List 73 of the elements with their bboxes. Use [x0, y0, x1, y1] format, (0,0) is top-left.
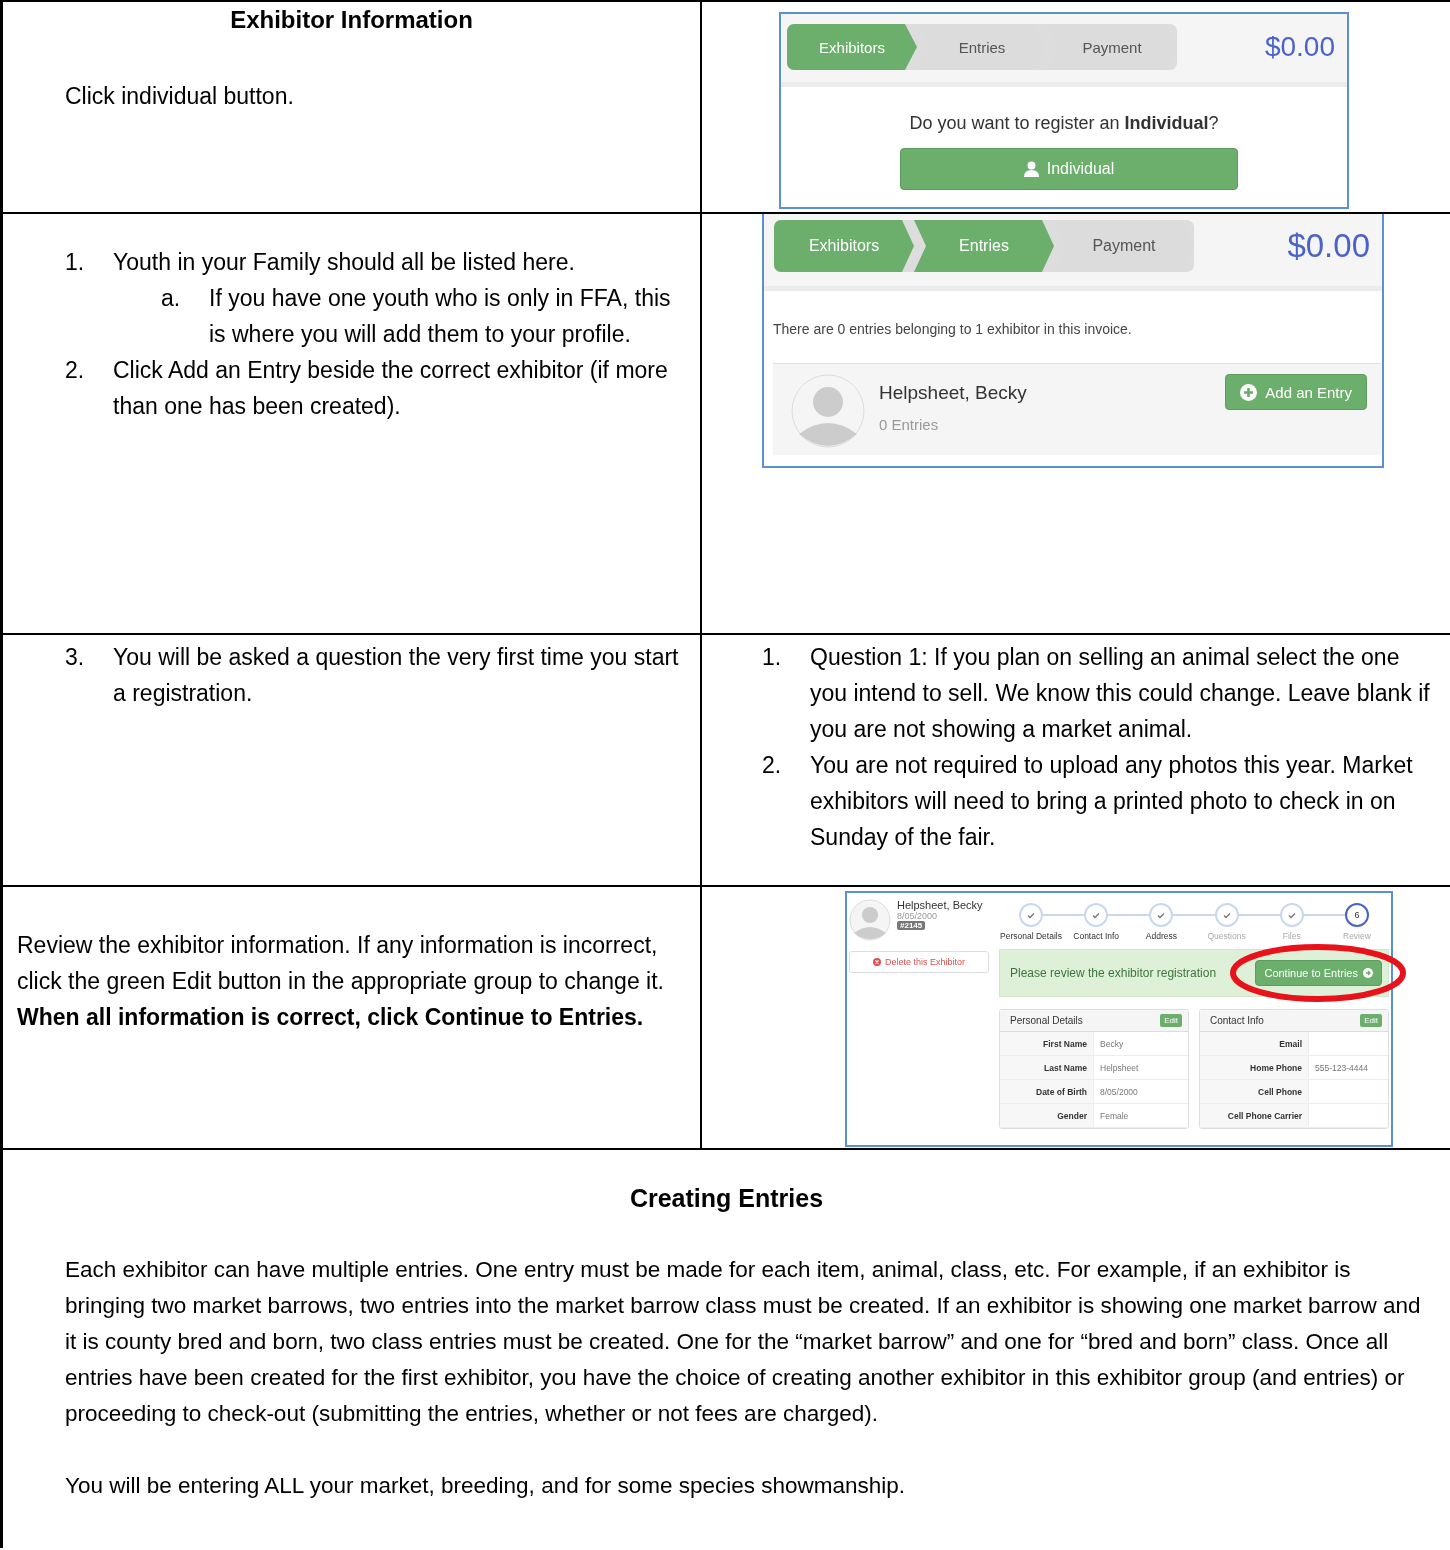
alert-text: Please review the exhibitor registration	[1010, 966, 1217, 980]
field-label: Gender	[1000, 1104, 1094, 1127]
instruction-text: Review the exhibitor information. If any information is incorrect, click the green Edit button in the appropriate group to change it. When all information is correct, click Continue to Entries.	[16, 931, 665, 1032]
field-label: Last Name	[1000, 1056, 1094, 1079]
list-number: 2.	[762, 751, 783, 780]
field-value: Helpsheet	[1100, 1062, 1139, 1073]
field-label: Cell Phone	[1200, 1080, 1310, 1103]
field-value: 8/05/2000	[1100, 1086, 1138, 1097]
wizard-step[interactable]: Exhibitors	[774, 220, 914, 272]
step-label: Personal Details	[1000, 931, 1062, 941]
instruction-text: Click individual button.	[64, 82, 295, 111]
entry-count: 0 Entries	[879, 416, 940, 433]
check-icon	[1092, 911, 1101, 919]
edit-button[interactable]: Edit	[1360, 1014, 1382, 1027]
instruction-text: Each exhibitor can have multiple entries. One entry must be made for each item, animal, class, etc. For example, if an exhibitor is bringing two market barrows, two entries into the market barrow class must be created. If an exhibitor is showing one market barrow and it is county bred and born, two class entries must be created. One for the “market barrow” and one for “bred and born” class. Once all entries have been created for the first exhibitor, you have the choice of creating another exhibitor in this exhibitor group (and entries) or proceeding to check-out (submitting the entries, whether or not fees are charged).	[65, 1256, 1422, 1428]
wizard-step[interactable]: Exhibitors	[787, 24, 917, 70]
check-icon	[1027, 911, 1035, 919]
total-amount: $0.00	[1287, 227, 1370, 265]
field-value: 555-123-4444	[1315, 1062, 1368, 1073]
instruction-text: Youth in your Family should all be listed here.	[113, 248, 576, 277]
field-label: Cell Phone Carrier	[1200, 1104, 1310, 1127]
edit-button[interactable]: Edit	[1160, 1014, 1182, 1027]
total-amount: $0.00	[1264, 31, 1335, 63]
exhibitor-name: Helpsheet, Becky	[879, 382, 1028, 404]
step-label: Contact Info	[1073, 931, 1120, 941]
question-text: Do you want to register an Individual?	[908, 113, 1220, 134]
section-title: Exhibitor Information	[229, 5, 474, 35]
field-label: First Name	[1000, 1032, 1094, 1055]
instruction-text: If you have one youth who is only in FFA, this is where you will add them to your profile.	[209, 284, 672, 349]
continue-button[interactable]: Continue to Entries	[1255, 960, 1382, 986]
check-icon	[1222, 911, 1231, 919]
wizard-step[interactable]: Entries	[914, 220, 1054, 272]
step-label: Questions	[1207, 931, 1246, 941]
instruction-text: Click Add an Entry beside the correct exhibitor (if more than one has been created).	[113, 356, 669, 421]
list-letter: a.	[161, 284, 182, 313]
instruction-text: Question 1: If you plan on selling an animal select the one you intend to sell. We know this could change. Leave blank if you are not showing a market animal.	[810, 643, 1431, 744]
avatar-icon	[791, 374, 865, 448]
person-icon	[1023, 161, 1039, 177]
instruction-text: You will be entering ALL your market, breeding, and for some species showmanship.	[65, 1472, 907, 1500]
list-number: 2.	[65, 356, 86, 385]
field-value: Becky	[1100, 1038, 1124, 1049]
check-icon	[1157, 911, 1166, 919]
list-number: 1.	[762, 643, 783, 672]
exhibitor-number-badge: #2145	[897, 921, 926, 930]
panel-title: Contact Info	[1210, 1015, 1264, 1026]
check-icon	[1287, 911, 1296, 919]
exhibitor-name: Helpsheet, Becky	[897, 899, 983, 911]
step-circle[interactable]	[1084, 903, 1109, 927]
list-number: 3.	[65, 643, 86, 672]
step-label: Files	[1282, 931, 1301, 941]
summary-text: There are 0 entries belonging to 1 exhibitor in this invoice.	[772, 320, 1133, 337]
individual-button[interactable]: Individual	[900, 148, 1238, 190]
step-number: 6	[1354, 910, 1360, 920]
instruction-text: You will be asked a question the very first time you start a registration.	[113, 643, 680, 708]
add-entry-button[interactable]: Add an Entry	[1225, 374, 1367, 410]
step-circle[interactable]	[1019, 903, 1043, 927]
delete-exhibitor-button[interactable]: Delete this Exhibitor	[849, 951, 989, 973]
arrow-circle-icon	[1363, 968, 1373, 978]
plus-circle-icon	[1240, 383, 1258, 401]
step-circle[interactable]	[1149, 903, 1174, 927]
panel-title: Personal Details	[1010, 1015, 1083, 1026]
field-label: Home Phone	[1200, 1056, 1310, 1079]
field-label: Email	[1200, 1032, 1310, 1055]
instruction-text: You are not required to upload any photos this year. Market exhibitors will need to bring a printed photo to check in on Sunday of the fair.	[810, 751, 1414, 852]
section-title: Creating Entries	[628, 1183, 825, 1214]
avatar-icon	[849, 899, 891, 941]
close-icon	[872, 958, 881, 966]
field-value: Female	[1100, 1110, 1129, 1121]
step-label: Review	[1343, 931, 1371, 941]
step-label: Address	[1145, 931, 1177, 941]
birth-date: 8/05/2000	[897, 911, 938, 921]
field-label: Date of Birth	[1000, 1080, 1094, 1103]
list-number: 1.	[65, 248, 86, 277]
